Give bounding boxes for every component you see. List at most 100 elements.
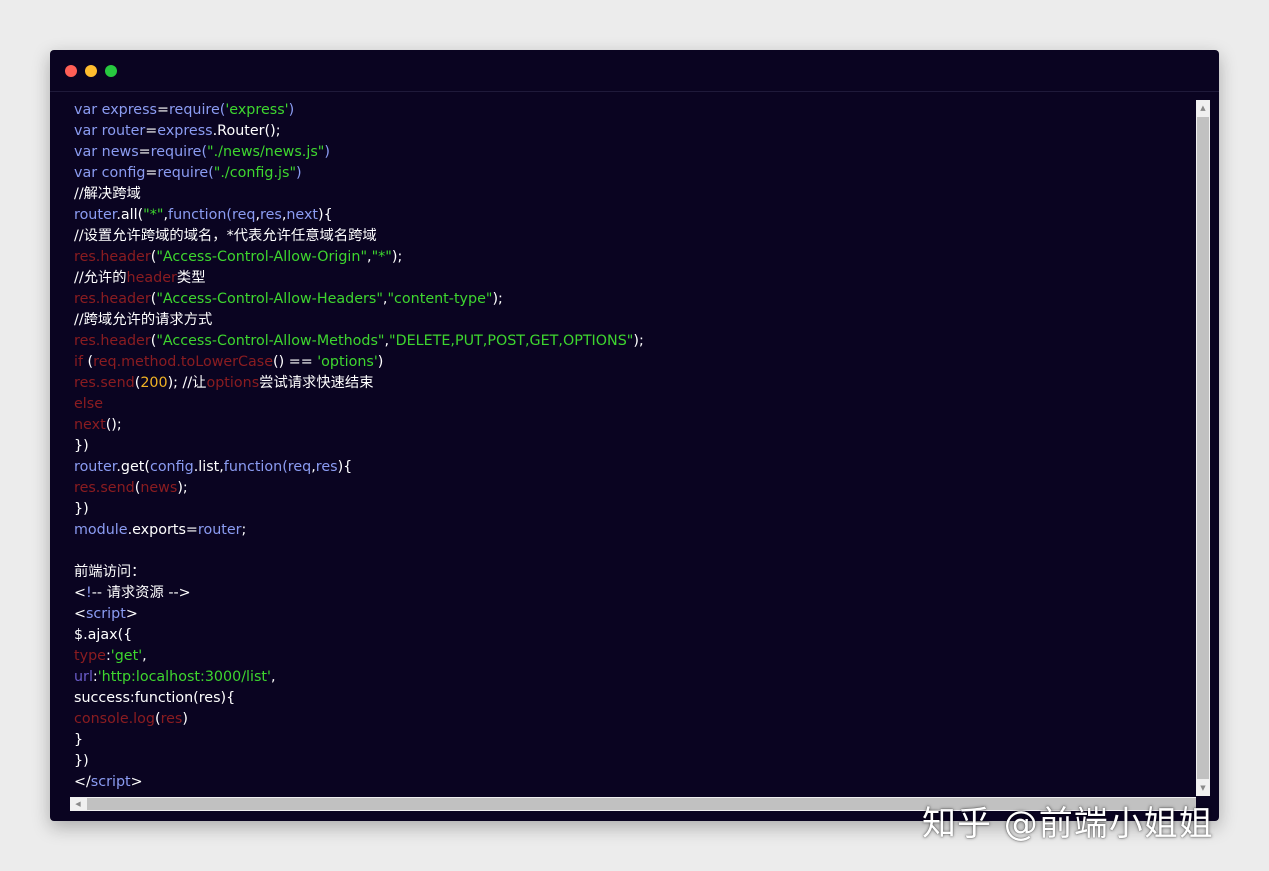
- code-token: router: [74, 459, 117, 475]
- code-token: );: [391, 249, 403, 265]
- code-token: next: [74, 417, 106, 433]
- scroll-down-arrow-icon[interactable]: ▼: [1196, 780, 1210, 796]
- code-token: ){: [337, 459, 353, 475]
- minimize-dot-icon[interactable]: [85, 65, 97, 77]
- code-block[interactable]: var express=require('express') var router…: [70, 100, 1196, 797]
- code-line: else: [70, 394, 1196, 415]
- code-token: </: [74, 774, 91, 790]
- code-token: "./config.js": [213, 165, 297, 181]
- code-token: }): [74, 438, 89, 454]
- code-token: .all(: [116, 207, 144, 223]
- watermark-text: 知乎 @前端小姐姐: [922, 804, 1214, 844]
- code-line: $.ajax({: [70, 625, 1196, 646]
- code-token: ); //让: [167, 375, 207, 391]
- code-token: //设置允许跨域的域名，*代表允许任意域名跨域: [74, 228, 377, 244]
- code-line: router.get(config.list,function(req,res)…: [70, 457, 1196, 478]
- code-token: var router: [74, 123, 146, 139]
- code-token: var express: [74, 102, 157, 118]
- code-line: //解决跨域: [70, 184, 1196, 205]
- code-line: var router=express.Router();: [70, 121, 1196, 142]
- code-token: ): [377, 354, 384, 370]
- code-token: "./news/news.js": [207, 144, 325, 160]
- code-token: var config: [74, 165, 146, 181]
- code-token: //允许的: [74, 270, 127, 286]
- code-token: }: [74, 732, 84, 748]
- code-line: type:'get',: [70, 646, 1196, 667]
- code-token: module: [74, 522, 128, 538]
- code-token: res.header: [74, 249, 151, 265]
- code-line: var express=require('express'): [70, 100, 1196, 121]
- code-token: ): [324, 144, 330, 160]
- code-token: 类型: [176, 270, 206, 286]
- code-token: res: [315, 459, 338, 475]
- code-token: () ==: [273, 354, 318, 370]
- code-line: res.header("Access-Control-Allow-Headers…: [70, 289, 1196, 310]
- code-token: res.send: [74, 480, 135, 496]
- scroll-left-arrow-icon[interactable]: ◀: [70, 797, 86, 811]
- code-token: success:function(res){: [74, 690, 236, 706]
- code-token: .get(: [116, 459, 150, 475]
- code-token: if: [74, 354, 84, 370]
- code-token: router: [74, 207, 117, 223]
- code-token: 'options': [317, 354, 378, 370]
- maximize-dot-icon[interactable]: [105, 65, 117, 77]
- code-line: var config=require("./config.js"): [70, 163, 1196, 184]
- code-line: <!-- 请求资源 -->: [70, 583, 1196, 604]
- code-line: success:function(res){: [70, 688, 1196, 709]
- code-token: config: [149, 459, 194, 475]
- code-token: );: [633, 333, 644, 349]
- code-token: //跨域允许的请求方式: [74, 312, 213, 328]
- code-line: router.all("*",function(req,res,next){: [70, 205, 1196, 226]
- code-token: 200: [140, 375, 168, 391]
- code-token: ;: [241, 522, 247, 538]
- code-token: script: [85, 606, 126, 622]
- code-line: 前端访问：: [70, 562, 1196, 583]
- code-line: if (req.method.toLowerCase() == 'options…: [70, 352, 1196, 373]
- code-line: module.exports=router;: [70, 520, 1196, 541]
- code-token: next: [286, 207, 319, 223]
- vertical-scrollbar[interactable]: ▲ ▼: [1196, 100, 1210, 796]
- code-token: "*": [143, 207, 164, 223]
- code-token: "Access-Control-Allow-Methods": [156, 333, 385, 349]
- code-token: //解决跨域: [74, 186, 141, 202]
- code-token: function(: [168, 207, 233, 223]
- code-token: script: [90, 774, 131, 790]
- code-token: }): [74, 501, 89, 517]
- code-token: "Access-Control-Allow-Headers": [156, 291, 383, 307]
- code-token: .list,: [193, 459, 224, 475]
- code-line: }: [70, 730, 1196, 751]
- code-token: function(: [223, 459, 288, 475]
- code-token: "Access-Control-Allow-Origin": [156, 249, 368, 265]
- code-token: <: [74, 606, 86, 622]
- code-token: 'http:localhost:3000/list': [97, 669, 271, 685]
- code-token: 前端访问：: [74, 564, 146, 580]
- code-token: res.header: [74, 291, 151, 307]
- code-token: =: [145, 165, 158, 181]
- code-token: require(: [150, 144, 208, 160]
- code-token: options: [206, 375, 260, 391]
- code-token: res: [260, 207, 282, 223]
- scroll-up-arrow-icon[interactable]: ▲: [1196, 100, 1210, 116]
- code-line: //跨域允许的请求方式: [70, 310, 1196, 331]
- code-token: =: [156, 102, 169, 118]
- code-token: require(: [168, 102, 226, 118]
- code-token: "content-type": [387, 291, 493, 307]
- code-token: 'get': [110, 648, 143, 664]
- code-token: "DELETE,PUT,POST,GET,OPTIONS": [389, 333, 634, 349]
- close-dot-icon[interactable]: [65, 65, 77, 77]
- code-token: res.send: [74, 375, 135, 391]
- code-token: req: [287, 459, 312, 475]
- code-token: type: [74, 648, 106, 664]
- code-token: res.header: [74, 333, 151, 349]
- code-token: }): [74, 753, 89, 769]
- code-line: res.header("Access-Control-Allow-Methods…: [70, 331, 1196, 352]
- code-token: ,: [270, 669, 276, 685]
- vertical-scroll-thumb[interactable]: [1197, 117, 1209, 779]
- code-line: next();: [70, 415, 1196, 436]
- code-window: var express=require('express') var router…: [50, 50, 1219, 821]
- code-token: -- 请求资源 -->: [91, 585, 191, 601]
- code-line: url:'http:localhost:3000/list',: [70, 667, 1196, 688]
- code-token: >: [130, 774, 143, 790]
- code-line: res.send(200); //让options尝试请求快速结束: [70, 373, 1196, 394]
